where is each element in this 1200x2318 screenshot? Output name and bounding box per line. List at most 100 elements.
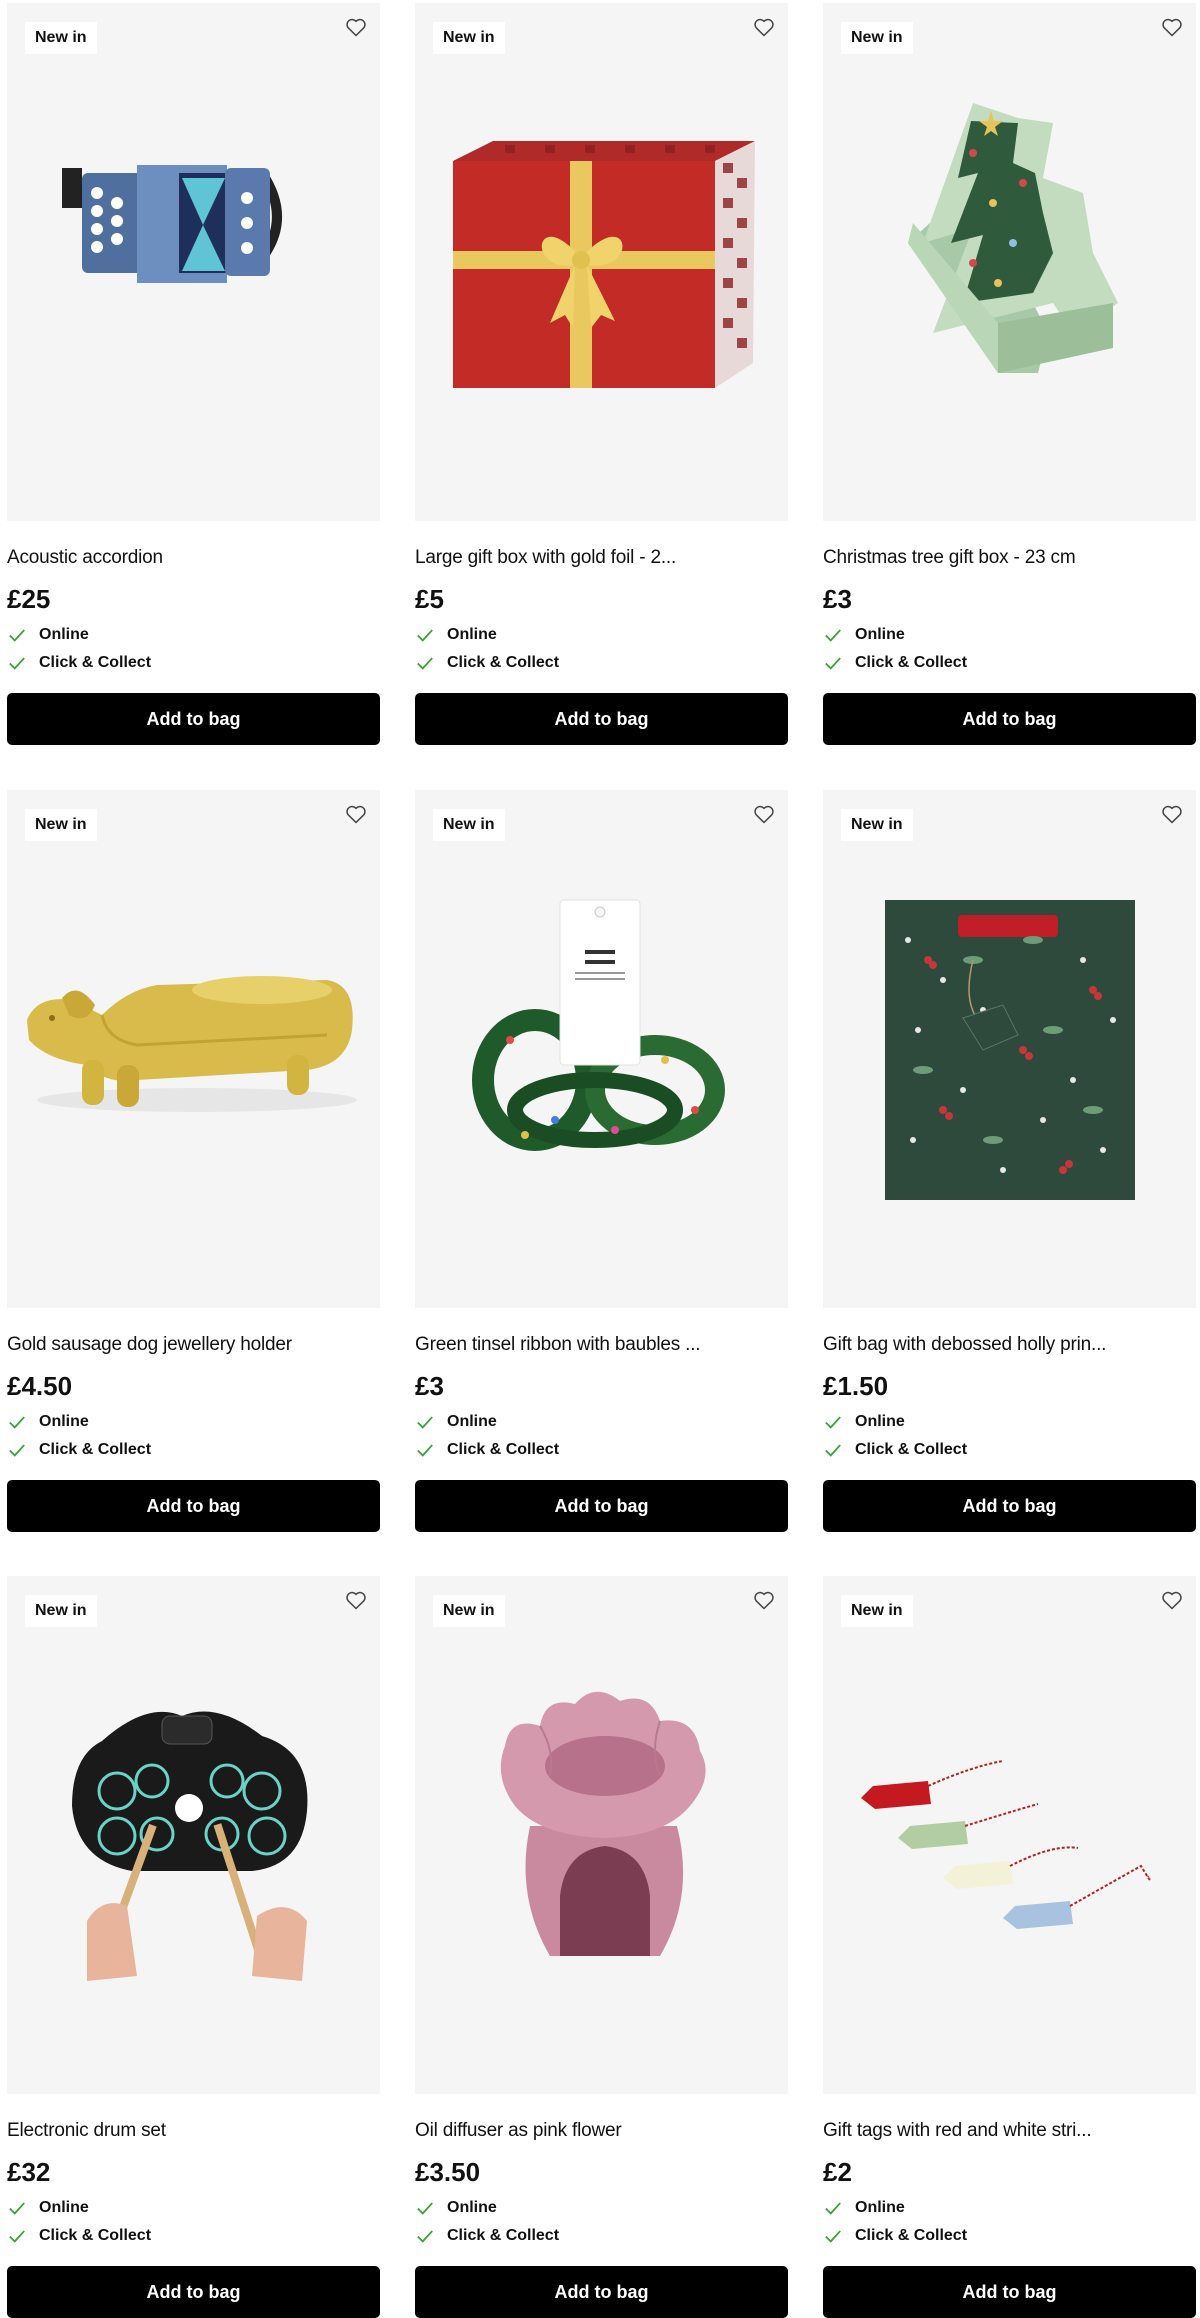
- check-icon: [7, 2226, 27, 2246]
- product-title[interactable]: Green tinsel ribbon with baubles ...: [415, 1333, 788, 1357]
- check-icon: [415, 2198, 435, 2218]
- availability-online: Online: [823, 2196, 1196, 2220]
- product-title[interactable]: Gift tags with red and white stri...: [823, 2119, 1196, 2143]
- check-icon: [7, 1412, 27, 1432]
- check-icon: [823, 2226, 843, 2246]
- product-price: £4.50: [7, 1371, 73, 1401]
- add-to-bag-button[interactable]: Add to bag: [823, 693, 1196, 745]
- wishlist-heart-icon[interactable]: [750, 1586, 778, 1614]
- product-card[interactable]: New in Acoustic accordion £25 Online Cli…: [7, 3, 380, 748]
- availability-online: Online: [823, 1410, 1196, 1434]
- check-icon: [415, 653, 435, 673]
- product-image[interactable]: New in: [415, 1576, 788, 2094]
- new-in-badge: New in: [841, 1595, 913, 1627]
- product-image[interactable]: New in: [7, 3, 380, 521]
- availability-label: Online: [447, 2199, 497, 2216]
- new-in-badge: New in: [433, 22, 505, 54]
- add-to-bag-button[interactable]: Add to bag: [823, 2266, 1196, 2318]
- product-card[interactable]: New in Green tinsel ribbon with baubles …: [415, 790, 788, 1535]
- check-icon: [7, 625, 27, 645]
- product-title[interactable]: Christmas tree gift box - 23 cm: [823, 546, 1196, 570]
- availability-label: Click & Collect: [447, 2227, 560, 2244]
- add-to-bag-button[interactable]: Add to bag: [7, 2266, 380, 2318]
- availability-click-collect: Click & Collect: [7, 651, 380, 675]
- product-image[interactable]: New in: [823, 1576, 1196, 2094]
- product-card[interactable]: New in Large gift box with gold foil - 2…: [415, 3, 788, 748]
- new-in-badge: New in: [433, 1595, 505, 1627]
- product-image[interactable]: New in: [7, 1576, 380, 2094]
- availability-label: Click & Collect: [855, 1441, 968, 1458]
- availability-label: Click & Collect: [447, 654, 560, 671]
- availability-label: Online: [39, 626, 89, 643]
- check-icon: [823, 1440, 843, 1460]
- product-image[interactable]: New in: [823, 790, 1196, 1308]
- add-to-bag-button[interactable]: Add to bag: [7, 1480, 380, 1532]
- availability-online: Online: [7, 623, 380, 647]
- gift-bag-image: [823, 790, 1196, 1308]
- availability-click-collect: Click & Collect: [415, 1438, 788, 1462]
- wishlist-heart-icon[interactable]: [750, 13, 778, 41]
- product-card[interactable]: New in Gift tags with red and white stri…: [823, 1576, 1196, 2318]
- check-icon: [415, 1412, 435, 1432]
- product-title[interactable]: Electronic drum set: [7, 2119, 380, 2143]
- wishlist-heart-icon[interactable]: [1158, 13, 1186, 41]
- add-to-bag-button[interactable]: Add to bag: [823, 1480, 1196, 1532]
- add-to-bag-button[interactable]: Add to bag: [415, 2266, 788, 2318]
- product-card[interactable]: New in Christmas tree gift box - 23 cm £…: [823, 3, 1196, 748]
- availability-click-collect: Click & Collect: [415, 2224, 788, 2248]
- wishlist-heart-icon[interactable]: [342, 800, 370, 828]
- check-icon: [823, 1412, 843, 1432]
- product-card[interactable]: New in Electronic drum set £32 Online Cl…: [7, 1576, 380, 2318]
- check-icon: [415, 1440, 435, 1460]
- availability-label: Online: [855, 2199, 905, 2216]
- product-price: £2: [823, 2157, 852, 2187]
- availability-click-collect: Click & Collect: [7, 1438, 380, 1462]
- wishlist-heart-icon[interactable]: [342, 13, 370, 41]
- product-title[interactable]: Gold sausage dog jewellery holder: [7, 1333, 380, 1357]
- product-card[interactable]: New in Gift bag with debossed holly prin…: [823, 790, 1196, 1535]
- add-to-bag-button[interactable]: Add to bag: [415, 693, 788, 745]
- new-in-badge: New in: [841, 809, 913, 841]
- availability-click-collect: Click & Collect: [823, 2224, 1196, 2248]
- check-icon: [823, 2198, 843, 2218]
- product-image[interactable]: New in: [415, 790, 788, 1308]
- add-to-bag-button[interactable]: Add to bag: [415, 1480, 788, 1532]
- product-title[interactable]: Acoustic accordion: [7, 546, 380, 570]
- product-card[interactable]: New in Oil diffuser as pink flower £3.50…: [415, 1576, 788, 2318]
- new-in-badge: New in: [841, 22, 913, 54]
- new-in-badge: New in: [25, 1595, 97, 1627]
- availability-label: Click & Collect: [855, 654, 968, 671]
- product-image[interactable]: New in: [415, 3, 788, 521]
- availability-label: Click & Collect: [39, 654, 152, 671]
- check-icon: [415, 2226, 435, 2246]
- product-price: £3: [415, 1371, 444, 1401]
- product-title[interactable]: Gift bag with debossed holly prin...: [823, 1333, 1196, 1357]
- product-image[interactable]: New in: [7, 790, 380, 1308]
- availability-online: Online: [7, 2196, 380, 2220]
- check-icon: [415, 625, 435, 645]
- product-title[interactable]: Large gift box with gold foil - 2...: [415, 546, 788, 570]
- tree-gift-box-image: [823, 3, 1196, 521]
- wishlist-heart-icon[interactable]: [1158, 800, 1186, 828]
- availability-label: Click & Collect: [855, 2227, 968, 2244]
- add-to-bag-button[interactable]: Add to bag: [7, 693, 380, 745]
- new-in-badge: New in: [25, 809, 97, 841]
- wishlist-heart-icon[interactable]: [750, 800, 778, 828]
- availability-label: Online: [447, 626, 497, 643]
- product-title[interactable]: Oil diffuser as pink flower: [415, 2119, 788, 2143]
- availability-label: Online: [855, 1413, 905, 1430]
- gift-box-image: [415, 3, 788, 521]
- wishlist-heart-icon[interactable]: [1158, 1586, 1186, 1614]
- product-image[interactable]: New in: [823, 3, 1196, 521]
- product-price: £3: [823, 584, 852, 614]
- availability-label: Online: [39, 1413, 89, 1430]
- wishlist-heart-icon[interactable]: [342, 1586, 370, 1614]
- availability-click-collect: Click & Collect: [415, 651, 788, 675]
- product-price: £25: [7, 584, 51, 614]
- availability-label: Online: [447, 1413, 497, 1430]
- tinsel-ribbon-image: [415, 790, 788, 1308]
- availability-label: Click & Collect: [447, 1441, 560, 1458]
- check-icon: [823, 625, 843, 645]
- oil-diffuser-image: [415, 1576, 788, 2094]
- product-card[interactable]: New in Gold sausage dog jewellery holder…: [7, 790, 380, 1535]
